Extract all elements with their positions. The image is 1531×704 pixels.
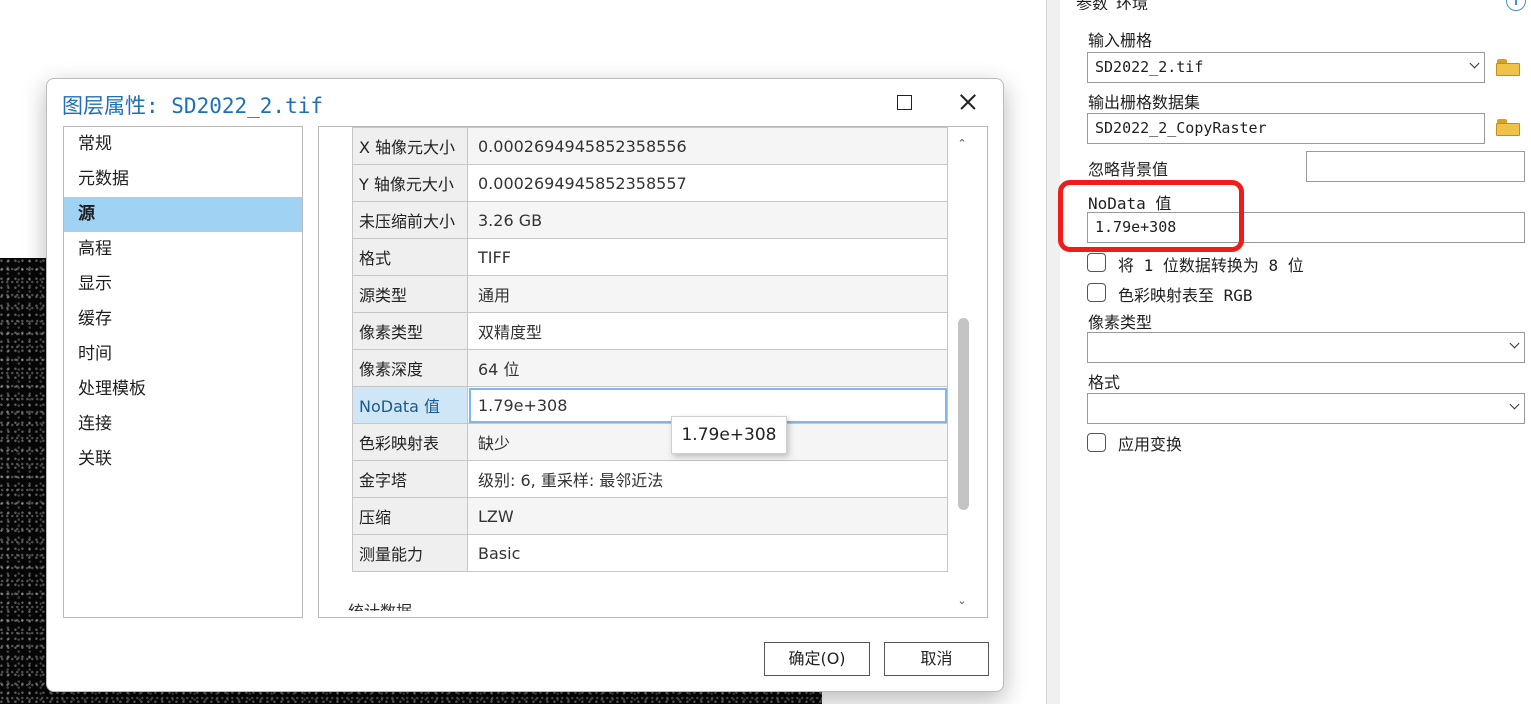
nav-item-joins[interactable]: 连接 bbox=[64, 407, 302, 442]
table-row[interactable]: 格式 TIFF bbox=[352, 238, 948, 276]
property-key: Y 轴像元大小 bbox=[352, 164, 468, 202]
scroll-up-icon[interactable]: ⌃ bbox=[956, 137, 968, 150]
output-dataset-value: SD2022_2_CopyRaster bbox=[1095, 119, 1267, 137]
input-raster-value: SD2022_2.tif bbox=[1095, 58, 1204, 76]
vertical-scrollbar[interactable]: ⌃ ⌄ bbox=[955, 137, 969, 607]
nav-item-display[interactable]: 显示 bbox=[64, 267, 302, 302]
table-row-selected[interactable]: NoData 值 1.79e+308 bbox=[352, 386, 948, 424]
convert-1bit-label: 将 1 位数据转换为 8 位 bbox=[1118, 256, 1304, 275]
property-value: 0.0002694945852358557 bbox=[467, 164, 948, 202]
property-key: 色彩映射表 bbox=[352, 423, 468, 461]
nodata-tooltip: 1.79e+308 bbox=[671, 416, 787, 454]
property-key: X 轴像元大小 bbox=[352, 127, 468, 165]
property-value: 3.26 GB bbox=[467, 201, 948, 239]
red-highlight-annotation bbox=[1058, 180, 1244, 252]
apply-transform-checkbox[interactable] bbox=[1087, 433, 1106, 452]
folder-icon[interactable] bbox=[1496, 119, 1520, 136]
property-value: 双精度型 bbox=[467, 312, 948, 350]
property-key: NoData 值 bbox=[352, 386, 468, 424]
input-raster-dropdown[interactable]: SD2022_2.tif bbox=[1087, 52, 1485, 83]
table-row[interactable]: 未压缩前大小 3.26 GB bbox=[352, 201, 948, 239]
convert-1bit-checkbox[interactable] bbox=[1087, 253, 1106, 272]
ignore-background-input[interactable] bbox=[1306, 151, 1525, 182]
property-value: 64 位 bbox=[467, 349, 948, 387]
property-key: 未压缩前大小 bbox=[352, 201, 468, 239]
table-row[interactable]: 压缩 LZW bbox=[352, 497, 948, 535]
scrollbar-thumb[interactable] bbox=[958, 318, 969, 510]
pixel-type-dropdown[interactable] bbox=[1087, 332, 1525, 363]
cancel-button[interactable]: 取消 bbox=[884, 642, 989, 676]
table-row[interactable]: 金字塔 级别: 6, 重采样: 最邻近法 bbox=[352, 460, 948, 498]
nav-item-metadata[interactable]: 元数据 bbox=[64, 162, 302, 197]
table-row[interactable]: X 轴像元大小 0.0002694945852358556 bbox=[352, 127, 948, 165]
property-value: 级别: 6, 重采样: 最邻近法 bbox=[467, 460, 948, 498]
apply-transform-label: 应用变换 bbox=[1118, 435, 1183, 454]
statistics-heading[interactable]: 统计数据 bbox=[348, 601, 412, 611]
input-raster-label: 输入栅格 bbox=[1088, 31, 1153, 50]
table-row[interactable]: 测量能力 Basic bbox=[352, 534, 948, 572]
output-dataset-label: 输出栅格数据集 bbox=[1088, 93, 1201, 112]
property-key: 像素深度 bbox=[352, 349, 468, 387]
pixel-type-label: 像素类型 bbox=[1088, 313, 1153, 332]
scroll-down-icon[interactable]: ⌄ bbox=[956, 594, 968, 607]
format-label: 格式 bbox=[1088, 373, 1121, 392]
table-row[interactable]: 像素类型 双精度型 bbox=[352, 312, 948, 350]
nav-item-general[interactable]: 常规 bbox=[64, 127, 302, 162]
property-key: 格式 bbox=[352, 238, 468, 276]
property-key: 金字塔 bbox=[352, 460, 468, 498]
dialog-title: 图层属性: SD2022_2.tif bbox=[62, 94, 324, 118]
property-key: 压缩 bbox=[352, 497, 468, 535]
table-row[interactable]: 色彩映射表 缺少 bbox=[352, 423, 948, 461]
folder-icon[interactable] bbox=[1496, 59, 1520, 76]
chevron-down-icon bbox=[1469, 58, 1480, 69]
colormap-rgb-checkbox[interactable] bbox=[1087, 283, 1106, 302]
property-value: TIFF bbox=[467, 238, 948, 276]
raster-info-table: X 轴像元大小 0.0002694945852358556 Y 轴像元大小 0.… bbox=[352, 127, 948, 572]
property-value: Basic bbox=[467, 534, 948, 572]
nav-item-source[interactable]: 源 bbox=[64, 197, 302, 232]
property-value: 0.0002694945852358556 bbox=[467, 127, 948, 165]
maximize-icon[interactable] bbox=[897, 95, 912, 110]
format-dropdown[interactable] bbox=[1087, 393, 1525, 424]
property-key: 像素类型 bbox=[352, 312, 468, 350]
geoprocessing-pane: 参数 环境 i 输入栅格 SD2022_2.tif 输出栅格数据集 SD2022_… bbox=[1058, 0, 1531, 704]
tab-environments[interactable]: 环境 bbox=[1116, 0, 1148, 10]
nav-item-time[interactable]: 时间 bbox=[64, 337, 302, 372]
chevron-down-icon bbox=[1509, 338, 1520, 349]
output-dataset-field[interactable]: SD2022_2_CopyRaster bbox=[1087, 113, 1485, 144]
info-icon[interactable]: i bbox=[1506, 0, 1526, 11]
property-value: LZW bbox=[467, 497, 948, 535]
property-key: 测量能力 bbox=[352, 534, 468, 572]
property-value: 通用 bbox=[467, 275, 948, 313]
colormap-rgb-label: 色彩映射表至 RGB bbox=[1118, 286, 1253, 305]
property-key: 源类型 bbox=[352, 275, 468, 313]
table-row[interactable]: 像素深度 64 位 bbox=[352, 349, 948, 387]
table-row[interactable]: 源类型 通用 bbox=[352, 275, 948, 313]
properties-nav-list: 常规 元数据 源 高程 显示 缓存 时间 处理模板 连接 关联 bbox=[63, 126, 303, 618]
ok-button[interactable]: 确定(O) bbox=[764, 642, 870, 676]
gp-tab-bar: 参数 环境 bbox=[1074, 0, 1148, 10]
ignore-background-label: 忽略背景值 bbox=[1088, 160, 1169, 179]
layer-properties-dialog: 图层属性: SD2022_2.tif 常规 元数据 源 高程 显示 缓存 时间 … bbox=[46, 78, 1004, 692]
nav-item-relates[interactable]: 关联 bbox=[64, 442, 302, 477]
pane-splitter[interactable] bbox=[1046, 0, 1061, 704]
nav-item-elevation[interactable]: 高程 bbox=[64, 232, 302, 267]
nav-item-processing-templates[interactable]: 处理模板 bbox=[64, 372, 302, 407]
source-properties-panel[interactable]: X 轴像元大小 0.0002694945852358556 Y 轴像元大小 0.… bbox=[318, 126, 988, 618]
chevron-down-icon bbox=[1509, 399, 1520, 410]
table-row[interactable]: Y 轴像元大小 0.0002694945852358557 bbox=[352, 164, 948, 202]
nav-item-cache[interactable]: 缓存 bbox=[64, 302, 302, 337]
close-icon[interactable] bbox=[953, 87, 983, 117]
tab-parameters[interactable]: 参数 bbox=[1074, 0, 1110, 10]
